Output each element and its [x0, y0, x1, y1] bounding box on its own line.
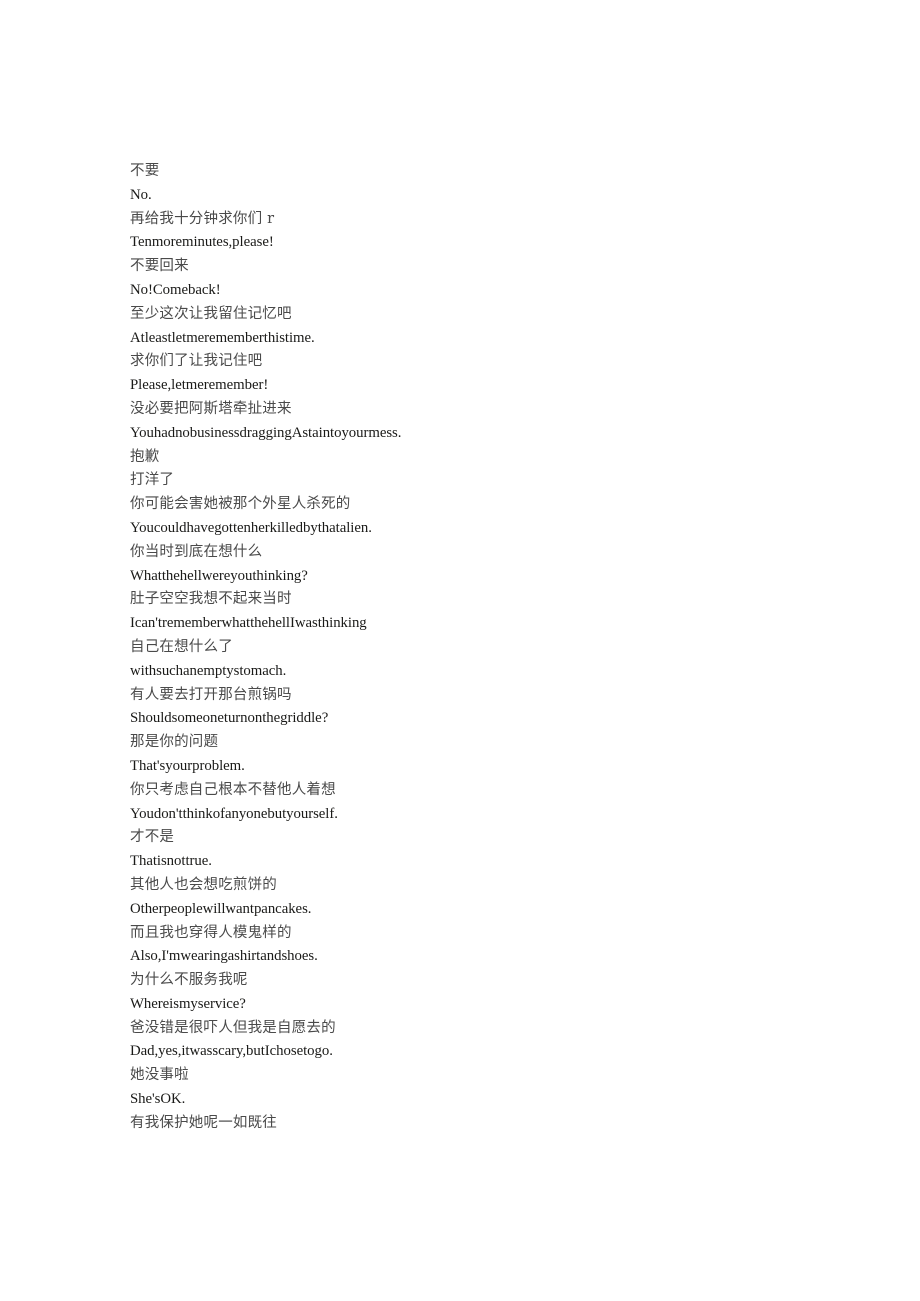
subtitle-line-english: Please,letmeremember!	[130, 377, 269, 394]
subtitle-line-chinese: 求你们了让我记住吧	[130, 353, 263, 370]
subtitle-line-english: Dad,yes,itwasscary,butIchosetogo.	[130, 1043, 333, 1060]
subtitle-line-chinese: 再给我十分钟求你们 r	[130, 210, 275, 227]
subtitle-line-english: Also,I'mwearingashirtandshoes.	[130, 948, 318, 965]
subtitle-line-english: Youdon'tthinkofanyonebutyourself.	[130, 805, 338, 822]
subtitle-line-english: Ican'trememberwhatthehellIwasthinking	[130, 615, 367, 632]
subtitle-line-chinese: 有我保护她呢一如既往	[130, 1114, 277, 1131]
subtitle-line-chinese: 自己在想什么了	[130, 638, 233, 655]
subtitle-line-english: Whatthehellwereyouthinking?	[130, 567, 308, 584]
subtitle-line-chinese: 而且我也穿得人模鬼样的	[130, 924, 292, 941]
subtitle-line-english: withsuchanemptystomach.	[130, 662, 287, 679]
subtitle-line-english: Tenmoreminutes,please!	[130, 234, 274, 251]
subtitle-line-chinese: 爸没错是很吓人但我是自愿去的	[130, 1019, 336, 1036]
subtitle-line-chinese: 为什么不服务我呢	[130, 972, 248, 989]
subtitle-line-chinese: 你当时到底在想什么	[130, 543, 263, 560]
document-page: 不要 No. 再给我十分钟求你们 r Tenmoreminutes,please! 不要…	[0, 0, 920, 1301]
subtitle-line-english: Whereismyservice?	[130, 995, 246, 1012]
subtitle-line-english: No!Comeback!	[130, 281, 221, 298]
subtitle-line-chinese: 至少这次让我留住记忆吧	[130, 305, 292, 322]
subtitle-line-english: Atleastletmerememberthistime.	[130, 329, 315, 346]
subtitle-line-english: No.	[130, 186, 152, 203]
subtitle-line-chinese: 不要	[130, 163, 160, 179]
subtitle-line-english: Otherpeoplewillwantpancakes.	[130, 900, 312, 917]
subtitle-line-chinese: 不要回来	[130, 258, 189, 275]
subtitle-line-english: She'sOK.	[130, 1091, 186, 1108]
subtitle-line-english: Thatisnottrue.	[130, 853, 212, 870]
subtitle-line-chinese: 有人要去打开那台煎锅吗	[130, 686, 292, 703]
subtitle-transcript: 不要 No. 再给我十分钟求你们 r Tenmoreminutes,please! 不要…	[130, 160, 830, 1136]
subtitle-line-chinese: 其他人也会想吃煎饼的	[130, 876, 277, 893]
subtitle-line-chinese: 没必要把阿斯塔牵扯进来	[130, 400, 292, 417]
subtitle-line-chinese: 抱歉	[130, 448, 160, 465]
subtitle-line-chinese: 那是你的问题	[130, 734, 219, 751]
subtitle-line-english: Shouldsomeoneturnonthegriddle?	[130, 710, 329, 727]
subtitle-line-chinese: 打洋了	[130, 472, 175, 489]
subtitle-line-english: Youcouldhavegottenherkilledbythatalien.	[130, 519, 372, 536]
subtitle-line-chinese: 你只考虑自己根本不替他人着想	[130, 781, 336, 798]
subtitle-line-chinese: 才不是	[130, 829, 175, 846]
subtitle-line-english: YouhadnobusinessdraggingAstaintoyourmess…	[130, 424, 402, 441]
subtitle-line-chinese: 她没事啦	[130, 1067, 189, 1084]
subtitle-line-chinese: 你可能会害她被那个外星人杀死的	[130, 496, 351, 513]
subtitle-line-chinese: 肚子空空我想不起来当时	[130, 591, 292, 608]
subtitle-line-english: That'syourproblem.	[130, 757, 245, 774]
